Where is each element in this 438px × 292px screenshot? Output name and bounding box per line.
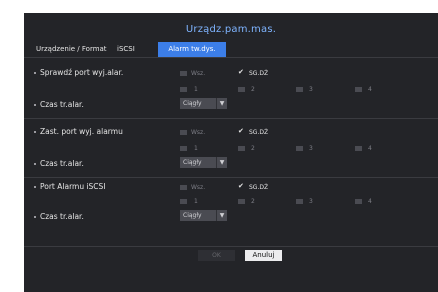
bullet-icon xyxy=(34,72,36,74)
checkbox-all[interactable] xyxy=(180,185,187,190)
duration-value: Ciągły xyxy=(183,100,202,107)
bullet-icon xyxy=(34,186,36,188)
checkbox-sgdz-label: SG.DŻ xyxy=(249,129,269,136)
checkbox-all-label: Wsz. xyxy=(191,184,206,191)
checkbox-port-4[interactable] xyxy=(355,146,362,151)
checkbox-sgdz-check-icon[interactable]: ✔ xyxy=(238,68,244,76)
duration-select[interactable]: Ciągły ▼ xyxy=(180,210,227,221)
checkbox-port-4[interactable] xyxy=(355,199,362,204)
section-label-check-output: Sprawdź port wyj.alar. xyxy=(40,68,124,77)
checkbox-port-3[interactable] xyxy=(296,87,303,92)
bullet-icon xyxy=(34,163,36,165)
port-1-label: 1 xyxy=(194,145,198,152)
bullet-icon xyxy=(34,104,36,106)
port-3-label: 3 xyxy=(309,145,313,152)
tab-alarm-disk[interactable]: Alarm tw.dys. xyxy=(158,42,226,57)
duration-label: Czas tr.alar. xyxy=(40,100,84,109)
checkbox-port-3[interactable] xyxy=(296,199,303,204)
port-3-label: 3 xyxy=(309,86,313,93)
checkbox-port-3[interactable] xyxy=(296,146,303,151)
checkbox-port-2[interactable] xyxy=(238,87,245,92)
bullet-icon xyxy=(34,216,36,218)
checkbox-sgdz-label: SG.DŻ xyxy=(249,70,269,77)
chevron-down-icon: ▼ xyxy=(216,157,227,168)
section-label-iscsi-alarm: Port Alarmu iSCSI xyxy=(40,182,106,191)
port-1-label: 1 xyxy=(194,86,198,93)
checkbox-sgdz-check-icon[interactable]: ✔ xyxy=(238,127,244,135)
checkbox-port-2[interactable] xyxy=(238,146,245,151)
chevron-down-icon: ▼ xyxy=(216,210,227,221)
checkbox-port-2[interactable] xyxy=(238,199,245,204)
button-bar-divider xyxy=(24,246,438,247)
duration-value: Ciągły xyxy=(183,159,202,166)
section-label-replace-output: Zast. port wyj. alarmu xyxy=(40,127,123,136)
port-2-label: 2 xyxy=(251,86,255,93)
bullet-icon xyxy=(34,131,36,133)
port-4-label: 4 xyxy=(368,145,372,152)
checkbox-all-label: Wsz. xyxy=(191,70,206,77)
checkbox-all[interactable] xyxy=(180,71,187,76)
checkbox-sgdz-label: SG.DŻ xyxy=(249,184,269,191)
port-1-label: 1 xyxy=(194,198,198,205)
storage-device-window: Urządz.pam.mas. Urządzenie / Format iSCS… xyxy=(24,13,438,292)
checkbox-all[interactable] xyxy=(180,130,187,135)
duration-value: Ciągły xyxy=(183,212,202,219)
port-3-label: 3 xyxy=(309,198,313,205)
tab-device-format[interactable]: Urządzenie / Format xyxy=(32,42,111,57)
duration-select[interactable]: Ciągły ▼ xyxy=(180,98,227,109)
checkbox-all-label: Wsz. xyxy=(191,129,206,136)
duration-label: Czas tr.alar. xyxy=(40,212,84,221)
port-4-label: 4 xyxy=(368,86,372,93)
checkbox-port-1[interactable] xyxy=(180,199,187,204)
port-2-label: 2 xyxy=(251,198,255,205)
window-title: Urządz.pam.mas. xyxy=(185,24,277,35)
duration-select[interactable]: Ciągły ▼ xyxy=(180,157,227,168)
chevron-down-icon: ▼ xyxy=(216,98,227,109)
section-divider xyxy=(24,177,438,178)
tab-divider xyxy=(24,57,438,58)
port-4-label: 4 xyxy=(368,198,372,205)
ok-button[interactable]: OK xyxy=(198,250,235,261)
section-divider xyxy=(24,118,438,119)
checkbox-port-4[interactable] xyxy=(355,87,362,92)
checkbox-port-1[interactable] xyxy=(180,87,187,92)
tab-iscsi[interactable]: iSCSI xyxy=(113,42,139,57)
checkbox-sgdz-check-icon[interactable]: ✔ xyxy=(238,182,244,190)
duration-label: Czas tr.alar. xyxy=(40,159,84,168)
cancel-button[interactable]: Anuluj xyxy=(245,250,282,261)
port-2-label: 2 xyxy=(251,145,255,152)
checkbox-port-1[interactable] xyxy=(180,146,187,151)
